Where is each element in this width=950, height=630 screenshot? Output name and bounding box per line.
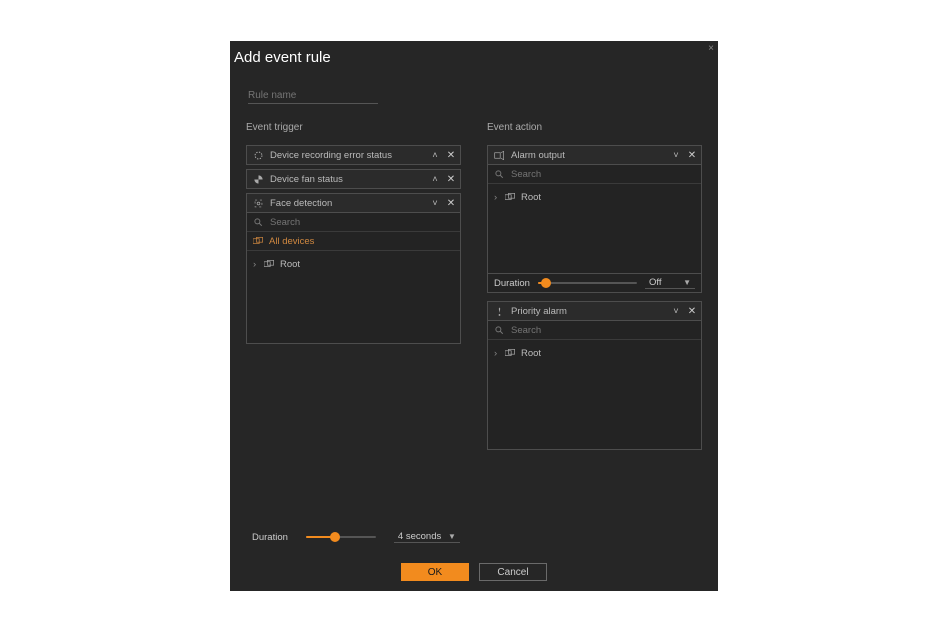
remove-icon[interactable]: ✕ — [446, 174, 456, 185]
dialog-buttons: OK Cancel — [230, 563, 718, 581]
priority-alarm-icon — [494, 306, 505, 317]
dropdown-icon: ▼ — [448, 532, 456, 541]
footer-duration-select[interactable]: 4 seconds ▼ — [394, 531, 460, 543]
search-icon — [253, 217, 263, 227]
duration-value: 4 seconds — [398, 531, 441, 542]
all-devices-row[interactable]: All devices — [247, 231, 460, 251]
tree-root-row[interactable]: › Root — [253, 257, 454, 272]
trigger-item-label: Device fan status — [270, 174, 424, 185]
duration-value: Off — [649, 277, 662, 288]
tree-root-label: Root — [521, 348, 541, 359]
collapse-icon[interactable]: ˄ — [430, 174, 440, 184]
devices-icon — [505, 193, 516, 202]
action-search-row — [488, 165, 701, 183]
collapse-icon[interactable]: ˄ — [430, 150, 440, 160]
expand-icon[interactable]: › — [494, 192, 500, 203]
trigger-item-label: Device recording error status — [270, 150, 424, 161]
action-header: Event action — [487, 122, 702, 133]
recording-error-icon — [253, 150, 264, 161]
action-duration-row: Duration Off ▼ — [487, 274, 702, 293]
trigger-item-recording-error[interactable]: Device recording error status ˄ ✕ — [246, 145, 461, 165]
remove-icon[interactable]: ✕ — [687, 150, 697, 161]
fan-icon — [253, 174, 264, 185]
devices-icon — [505, 349, 516, 358]
face-detection-icon — [253, 198, 264, 209]
all-devices-icon — [253, 237, 264, 246]
event-action-column: Event action Alarm output ˅ ✕ — [487, 122, 702, 454]
action-search-input[interactable] — [509, 324, 695, 337]
all-devices-label: All devices — [269, 236, 314, 247]
expand-icon[interactable]: › — [253, 259, 259, 270]
search-icon — [494, 325, 504, 335]
expand-icon[interactable]: ˅ — [671, 306, 681, 316]
duration-label: Duration — [494, 278, 530, 289]
trigger-detail-panel: All devices › Root — [246, 213, 461, 344]
action-alarm-panel: › Root — [487, 165, 702, 274]
expand-icon[interactable]: › — [494, 348, 500, 359]
event-trigger-column: Event trigger Device recording error sta… — [246, 122, 461, 454]
tree-root-row[interactable]: › Root — [494, 346, 695, 361]
action-duration-select[interactable]: Off ▼ — [645, 277, 695, 289]
devices-icon — [264, 260, 275, 269]
trigger-item-label: Face detection — [270, 198, 424, 209]
action-item-alarm-output[interactable]: Alarm output ˅ ✕ — [487, 145, 702, 165]
trigger-search-row — [247, 213, 460, 231]
ok-button[interactable]: OK — [401, 563, 469, 581]
tree-root-label: Root — [280, 259, 300, 270]
trigger-item-face-detection[interactable]: Face detection ˅ ✕ — [246, 193, 461, 213]
remove-icon[interactable]: ✕ — [446, 198, 456, 209]
action-search-row — [488, 321, 701, 339]
tree-root-label: Root — [521, 192, 541, 203]
footer-duration-slider[interactable] — [306, 532, 376, 542]
rule-name-input[interactable] — [248, 88, 378, 104]
action-search-input[interactable] — [509, 168, 695, 181]
action-item-priority-alarm[interactable]: Priority alarm ˅ ✕ — [487, 301, 702, 321]
search-icon — [494, 169, 504, 179]
remove-icon[interactable]: ✕ — [446, 150, 456, 161]
dialog-title: Add event rule — [230, 41, 718, 66]
trigger-header: Event trigger — [246, 122, 461, 133]
alarm-output-icon — [494, 150, 505, 161]
trigger-item-fan-status[interactable]: Device fan status ˄ ✕ — [246, 169, 461, 189]
action-item-label: Priority alarm — [511, 306, 665, 317]
trigger-search-input[interactable] — [268, 216, 454, 229]
action-priority-panel: › Root — [487, 321, 702, 450]
dropdown-icon: ▼ — [683, 278, 691, 287]
trigger-tree: › Root — [247, 251, 460, 343]
action-tree: › Root — [488, 184, 701, 273]
close-icon[interactable]: × — [708, 43, 714, 54]
action-item-label: Alarm output — [511, 150, 665, 161]
remove-icon[interactable]: ✕ — [687, 306, 697, 317]
action-tree: › Root — [488, 340, 701, 449]
cancel-button[interactable]: Cancel — [479, 563, 547, 581]
add-event-rule-dialog: × Add event rule Event trigger Device re… — [230, 41, 718, 591]
tree-root-row[interactable]: › Root — [494, 190, 695, 205]
expand-icon[interactable]: ˅ — [430, 198, 440, 208]
footer-duration-row: Duration 4 seconds ▼ — [252, 531, 460, 543]
duration-label: Duration — [252, 532, 288, 543]
action-duration-slider[interactable] — [538, 278, 637, 288]
expand-icon[interactable]: ˅ — [671, 150, 681, 160]
